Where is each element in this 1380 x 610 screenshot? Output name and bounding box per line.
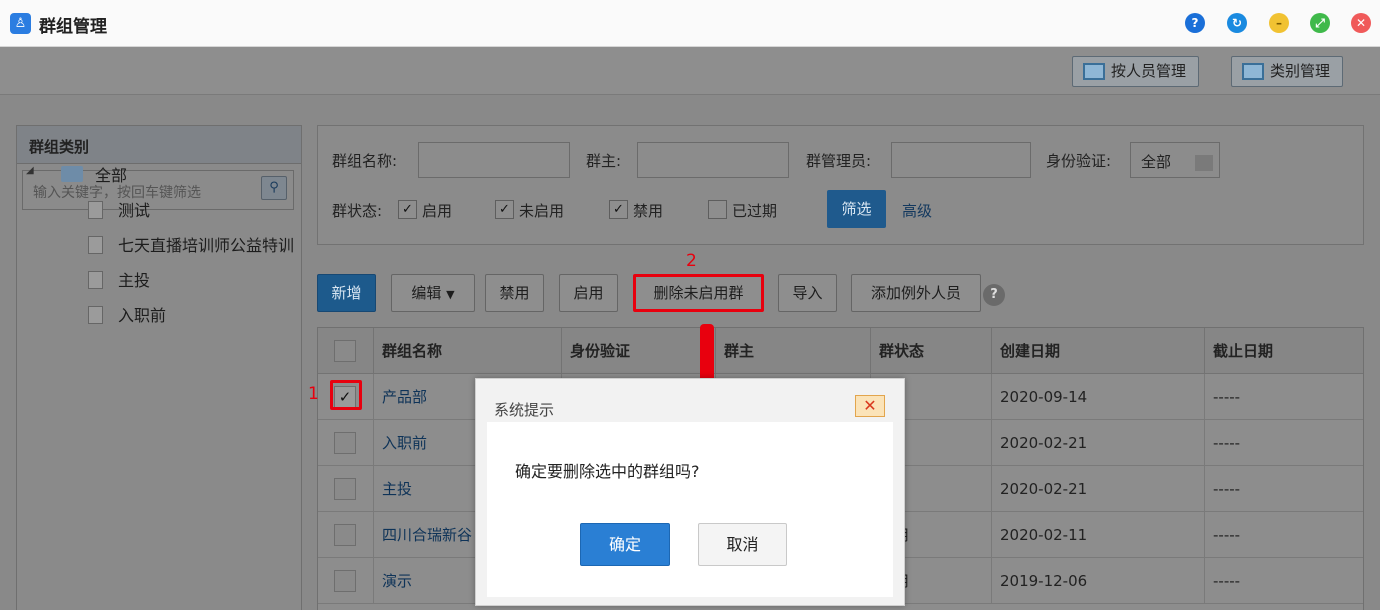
status-enabled-checkbox[interactable]: ✓ — [398, 200, 417, 219]
status-label: 群状态: — [332, 202, 383, 220]
step-2-annotation: 2 — [686, 251, 697, 271]
search-icon[interactable]: ⚲ — [261, 176, 287, 200]
deadline-cell: ----- — [1205, 374, 1363, 420]
top-toolbar: 按人员管理 类别管理 — [0, 47, 1380, 95]
row-checkbox[interactable] — [334, 570, 356, 592]
by-person-button[interactable]: 按人员管理 — [1072, 56, 1200, 87]
help-icon[interactable]: ? — [1185, 13, 1205, 33]
category-manage-button[interactable]: 类别管理 — [1231, 56, 1344, 87]
category-manage-icon — [1242, 63, 1264, 80]
admin-input[interactable] — [891, 142, 1031, 178]
status-expired-checkbox[interactable] — [708, 200, 727, 219]
confirm-button[interactable]: 确定 — [580, 523, 670, 566]
table-row-checkbox-cell — [318, 420, 374, 466]
auth-label: 身份验证: — [1046, 152, 1112, 170]
folder-icon — [61, 166, 83, 182]
help-icon[interactable]: ? — [983, 284, 1005, 306]
row-checkbox[interactable] — [334, 478, 356, 500]
cancel-button[interactable]: 取消 — [698, 523, 787, 566]
status-inactive-label: 未启用 — [519, 202, 565, 220]
document-icon — [88, 236, 103, 254]
created-date-cell: 2020-09-14 — [992, 374, 1205, 420]
import-button[interactable]: 导入 — [778, 274, 837, 312]
created-date-cell: 2020-02-11 — [992, 512, 1205, 558]
refresh-icon[interactable]: ↻ — [1227, 13, 1247, 33]
created-date-cell: 2020-02-21 — [992, 420, 1205, 466]
tree-expand-icon[interactable]: ◢ — [26, 165, 34, 176]
row-checkbox[interactable] — [334, 524, 356, 546]
chevron-down-icon: ▼ — [446, 288, 455, 301]
delete-inactive-button[interactable]: 删除未启用群 — [633, 274, 764, 312]
tree-item-test[interactable]: 测试 — [118, 197, 150, 221]
maximize-icon[interactable]: ⤢ — [1310, 13, 1330, 33]
deadline-cell: ----- — [1205, 466, 1363, 512]
panel-title: 群组类别 — [17, 126, 301, 164]
document-icon — [88, 306, 103, 324]
status-expired-label: 已过期 — [732, 202, 778, 220]
column-header[interactable]: 截止日期 — [1205, 328, 1363, 374]
deadline-cell: ----- — [1205, 420, 1363, 466]
add-button[interactable]: 新增 — [317, 274, 376, 312]
minimize-icon[interactable]: – — [1269, 13, 1289, 33]
filter-panel: 群组名称: 群主: 群管理员: 身份验证: 全部 群状态: ✓ 启用 ✓ 未启用… — [317, 125, 1364, 245]
group-name-label: 群组名称: — [332, 152, 398, 170]
tree-item-onboarding[interactable]: 入职前 — [118, 302, 166, 326]
deadline-cell: ----- — [1205, 558, 1363, 604]
checkbox-highlight — [330, 380, 362, 410]
dialog-title: 系统提示 — [494, 401, 555, 419]
app-icon: ♙ — [10, 13, 31, 34]
owner-input[interactable] — [637, 142, 789, 178]
close-icon[interactable]: ✕ — [855, 395, 885, 417]
title-bar: ♙ 群组管理 ? ↻ – ⤢ ✕ — [0, 0, 1380, 47]
dialog-message: 确定要删除选中的群组吗? — [515, 462, 700, 481]
tree-item-training[interactable]: 七天直播培训师公益特训 — [118, 232, 298, 256]
tree-item-zhutou[interactable]: 主投 — [118, 267, 150, 291]
row-checkbox[interactable] — [334, 432, 356, 454]
tree-root[interactable]: 全部 — [95, 162, 127, 186]
confirm-dialog: 系统提示 ✕ 确定要删除选中的群组吗? 确定 取消 — [475, 378, 905, 606]
group-category-panel: 群组类别 输入关键字，按回车键筛选 ⚲ — [16, 125, 302, 610]
select-all-header — [318, 328, 374, 374]
select-all-checkbox[interactable] — [334, 340, 356, 362]
column-header[interactable]: 群主 — [716, 328, 871, 374]
group-name-input[interactable] — [418, 142, 570, 178]
status-inactive-checkbox[interactable]: ✓ — [495, 200, 514, 219]
dialog-body: 确定要删除选中的群组吗? 确定 取消 — [487, 422, 893, 597]
table-row-checkbox-cell — [318, 466, 374, 512]
column-header[interactable]: 群状态 — [871, 328, 992, 374]
created-date-cell: 2020-02-21 — [992, 466, 1205, 512]
column-header[interactable]: 身份验证 — [562, 328, 716, 374]
deadline-cell: ----- — [1205, 512, 1363, 558]
admin-label: 群管理员: — [806, 152, 872, 170]
filter-button[interactable]: 筛选 — [827, 190, 886, 228]
add-exception-button[interactable]: 添加例外人员 — [851, 274, 981, 312]
owner-label: 群主: — [586, 152, 622, 170]
enable-button[interactable]: 启用 — [559, 274, 618, 312]
advanced-link[interactable]: 高级 — [902, 200, 932, 221]
chevron-down-icon — [1195, 155, 1213, 171]
disable-button[interactable]: 禁用 — [485, 274, 544, 312]
status-disabled-label: 禁用 — [633, 202, 664, 220]
auth-select[interactable]: 全部 — [1130, 142, 1220, 178]
created-date-cell: 2019-12-06 — [992, 558, 1205, 604]
table-row-checkbox-cell — [318, 512, 374, 558]
document-icon — [88, 201, 103, 219]
edit-button[interactable]: 编辑 ▼ — [391, 274, 475, 312]
close-icon[interactable]: ✕ — [1351, 13, 1371, 33]
window-title: 群组管理 — [39, 17, 107, 37]
document-icon — [88, 271, 103, 289]
status-enabled-label: 启用 — [422, 202, 453, 220]
person-manage-icon — [1083, 63, 1105, 80]
step-1-annotation: 1 — [308, 384, 319, 404]
status-disabled-checkbox[interactable]: ✓ — [609, 200, 628, 219]
column-header[interactable]: 群组名称 — [374, 328, 562, 374]
column-header[interactable]: 创建日期 — [992, 328, 1205, 374]
table-row-checkbox-cell — [318, 558, 374, 604]
